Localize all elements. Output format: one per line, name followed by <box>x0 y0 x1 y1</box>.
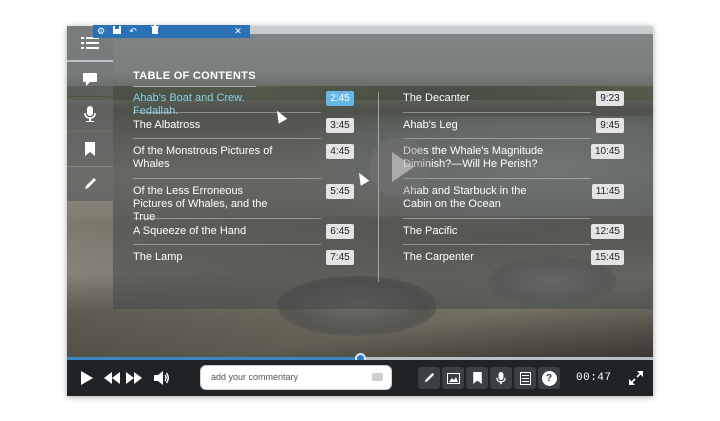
bookmark-tool-icon[interactable] <box>466 367 488 389</box>
microphone-icon[interactable] <box>67 97 113 131</box>
toc-item[interactable]: A Squeeze of the Hand 6:45 <box>133 224 354 239</box>
player-controls: add your commentary ? 00:47 <box>67 360 653 396</box>
toc-item[interactable]: Does the Whale's Magnitude Diminish?—Wil… <box>403 144 624 171</box>
trash-icon[interactable] <box>147 25 163 38</box>
toc-item-label: The Decanter <box>403 92 470 104</box>
toc-separator <box>133 244 321 245</box>
toc-item-time-badge: 10:45 <box>590 144 624 159</box>
rewind-button[interactable] <box>102 360 122 396</box>
toc-item[interactable]: The Pacific 12:45 <box>403 224 624 239</box>
toc-item-time-badge: 2:45 <box>326 91 354 106</box>
toc-item-time-badge: 6:45 <box>326 224 354 239</box>
toc-item-time-badge: 15:45 <box>590 250 624 265</box>
toc-item-time-badge: 4:45 <box>326 144 354 159</box>
toc-separator <box>403 244 591 245</box>
toc-item-label: Ahab and Starbuck in the Cabin on the Oc… <box>403 185 527 210</box>
video-player: TABLE OF CONTENTS Ahab's Boat and Crew. … <box>67 26 653 396</box>
toc-separator <box>403 112 591 113</box>
side-rail <box>67 26 113 201</box>
document-tool-icon[interactable] <box>514 367 536 389</box>
toc-separator <box>403 138 591 139</box>
toc-item-time-badge: 7:45 <box>326 250 354 265</box>
help-icon[interactable]: ? <box>538 367 560 389</box>
toc-separator <box>403 218 591 219</box>
toc-item-label: The Lamp <box>133 251 183 263</box>
help-label: ? <box>541 370 557 386</box>
pencil-icon[interactable] <box>67 167 113 201</box>
pencil-tool-icon[interactable] <box>418 367 440 389</box>
toc-item[interactable]: The Carpenter 15:45 <box>403 250 624 265</box>
edit-toolbar: ⚙ ↶ ✕ <box>93 25 250 38</box>
play-button[interactable] <box>77 360 97 396</box>
toc-item[interactable]: Ahab's Boat and Crew. Fedallah. 2:45 <box>133 91 354 118</box>
table-of-contents-panel: TABLE OF CONTENTS Ahab's Boat and Crew. … <box>113 34 653 309</box>
toc-item-time-badge: 5:45 <box>326 184 354 199</box>
toc-item-time-badge: 3:45 <box>326 118 354 133</box>
fast-forward-button[interactable] <box>124 360 144 396</box>
comment-bubble-icon <box>372 373 383 381</box>
toc-item[interactable]: The Lamp 7:45 <box>133 250 354 265</box>
gear-icon[interactable]: ⚙ <box>93 25 109 38</box>
toc-separator <box>403 178 591 179</box>
toc-item-label: A Squeeze of the Hand <box>133 225 247 237</box>
toc-separator <box>133 178 321 179</box>
toc-item[interactable]: Ahab's Leg 9:45 <box>403 118 624 133</box>
toc-item[interactable]: The Decanter 9:23 <box>403 91 624 106</box>
toc-item-label: The Albatross <box>133 119 201 131</box>
time-display: 00:47 <box>576 372 612 384</box>
bookmark-icon[interactable] <box>67 132 113 166</box>
toc-item-label: Ahab's Boat and Crew. Fedallah. <box>133 92 245 117</box>
image-tool-icon[interactable] <box>442 367 464 389</box>
save-icon[interactable] <box>109 25 125 38</box>
toc-item-label: Ahab's Leg <box>403 119 458 131</box>
toc-item-label: Of the Monstrous Pictures of Whales <box>133 145 273 170</box>
undo-icon[interactable]: ↶ <box>125 25 141 38</box>
toc-item-label: The Carpenter <box>403 251 474 263</box>
toc-item-time-badge: 9:45 <box>596 118 624 133</box>
microphone-tool-icon[interactable] <box>490 367 512 389</box>
comment-icon[interactable] <box>67 62 113 96</box>
toc-item-time-badge: 11:45 <box>591 184 624 199</box>
toc-item[interactable]: Of the Monstrous Pictures of Whales 4:45 <box>133 144 354 171</box>
toc-separator <box>133 138 321 139</box>
video-frame[interactable]: TABLE OF CONTENTS Ahab's Boat and Crew. … <box>67 26 653 357</box>
toc-item-time-badge: 12:45 <box>590 224 624 239</box>
toc-separator <box>133 218 321 219</box>
toc-separator <box>133 112 321 113</box>
toc-item[interactable]: Ahab and Starbuck in the Cabin on the Oc… <box>403 184 624 211</box>
commentary-placeholder: add your commentary <box>211 372 299 382</box>
toc-item-time-badge: 9:23 <box>596 91 624 106</box>
toc-item-label: The Pacific <box>403 225 458 237</box>
fullscreen-button[interactable] <box>625 360 647 396</box>
toc-item[interactable]: The Albatross 3:45 <box>133 118 354 133</box>
close-icon[interactable]: ✕ <box>230 25 246 38</box>
commentary-input[interactable]: add your commentary <box>200 365 392 390</box>
toc-title: TABLE OF CONTENTS <box>133 70 256 87</box>
play-overlay-icon[interactable] <box>369 137 429 197</box>
volume-button[interactable] <box>152 360 172 396</box>
